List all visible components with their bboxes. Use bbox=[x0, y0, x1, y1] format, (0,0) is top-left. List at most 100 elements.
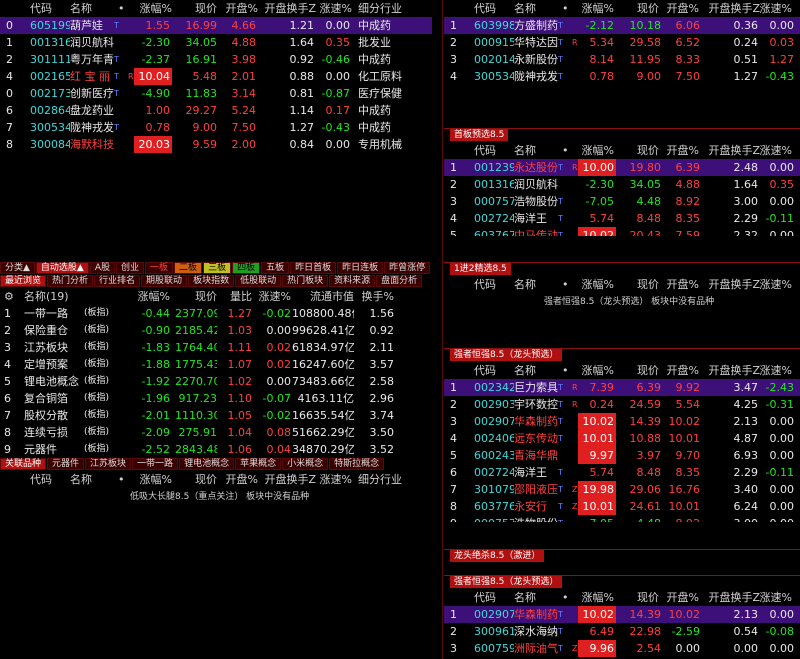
table-row[interactable]: 2 301111 粤万年青 T -2.37 16.91 3.98 0.92 -0.46 中成药 bbox=[0, 51, 432, 68]
table-row[interactable]: 9 元器件 (板指) -2.52 2843.48 1.06 0.04 34870.29亿 3.5… bbox=[0, 441, 432, 456]
col-name[interactable]: 名称 bbox=[514, 276, 559, 293]
table-row[interactable]: 3 000757 浩物股份 T -7.05 4.48 8.92 3.00 0.00 bbox=[444, 193, 800, 210]
col-market-cap[interactable]: 流通市值 bbox=[292, 288, 354, 305]
col-price[interactable]: 现价 bbox=[175, 471, 217, 488]
col-turnover[interactable]: 开盘换手Z bbox=[702, 142, 760, 159]
table-row[interactable]: 0 002173 创新医疗 T -4.90 11.83 3.14 0.81 -0.87 医疗保健 bbox=[0, 85, 432, 102]
col-change[interactable]: 涨幅% bbox=[572, 589, 614, 606]
panel-title-one-to-two[interactable]: 1进2精选8.5 bbox=[450, 263, 511, 275]
panel-title-first-board[interactable]: 首板预选8.5 bbox=[450, 129, 509, 141]
tab-related-6[interactable]: 小米概念 bbox=[282, 458, 329, 470]
table-row[interactable]: 4 002406 远东传动 T 10.01 10.88 10.01 4.87 0.00 bbox=[444, 430, 800, 447]
tab-analysis-8[interactable]: 盘面分析 bbox=[376, 275, 423, 287]
table-row[interactable]: 1 002342 巨力索具 T R 7.39 6.39 9.92 3.47 -2.43 bbox=[444, 379, 800, 396]
col-code[interactable]: 代码 bbox=[30, 0, 70, 17]
col-turnover[interactable]: 开盘换手Z bbox=[702, 362, 760, 379]
col-code[interactable]: 代码 bbox=[30, 471, 70, 488]
col-price[interactable]: 现价 bbox=[617, 589, 659, 606]
col-speed[interactable]: 涨速% bbox=[316, 0, 352, 17]
col-turnover[interactable]: 开盘换手Z bbox=[702, 589, 760, 606]
col-name[interactable]: 名称(19) bbox=[24, 288, 94, 305]
tab-category-0[interactable]: 分类▲ bbox=[0, 262, 35, 274]
col-price[interactable]: 现价 bbox=[617, 276, 659, 293]
table-row[interactable]: 4 300534 陇神戎发 T 0.78 9.00 7.50 1.27 -0.43 bbox=[444, 68, 800, 85]
table-row[interactable]: 6 002864 盘龙药业 1.00 29.27 5.24 1.14 0.17 中成药 bbox=[0, 102, 432, 119]
col-speed[interactable]: 涨速% bbox=[756, 362, 792, 379]
tab-analysis-1[interactable]: 热门分析 bbox=[47, 275, 94, 287]
tab-analysis-6[interactable]: 热门板块 bbox=[282, 275, 329, 287]
tab-related-2[interactable]: 江苏板块 bbox=[85, 458, 132, 470]
table-row[interactable]: 8 603776 永安行 T Z 10.01 24.61 10.01 6.24 0.00 bbox=[444, 498, 800, 515]
table-row[interactable]: 3 600759 洲际油气 T Z 9.96 2.54 0.00 0.00 0.00 bbox=[444, 640, 800, 657]
table-row[interactable]: 2 000915 华特达因 T R 5.34 29.58 6.52 0.24 0.03 bbox=[444, 34, 800, 51]
table-row[interactable]: 9 000757浩物股份T -7.05 4.488.923.000.00 bbox=[444, 515, 800, 522]
col-speed[interactable]: 涨速% bbox=[255, 288, 291, 305]
col-change[interactable]: 涨幅% bbox=[572, 276, 614, 293]
col-speed[interactable]: 涨速% bbox=[756, 0, 792, 17]
tab-analysis-5[interactable]: 低股联动 bbox=[235, 275, 282, 287]
tab-category-3[interactable]: 创业 bbox=[116, 262, 145, 274]
tab-analysis-7[interactable]: 资料来源 bbox=[329, 275, 376, 287]
col-volume-ratio[interactable]: 量比 bbox=[220, 288, 252, 305]
col-code[interactable]: 代码 bbox=[474, 142, 514, 159]
col-price[interactable]: 现价 bbox=[175, 288, 217, 305]
table-row[interactable]: 7 股权分散 (板指) -2.01 1110.30 1.05 -0.02 16635.54亿 3… bbox=[0, 407, 432, 424]
col-price[interactable]: 现价 bbox=[617, 0, 659, 17]
col-turnover[interactable]: 换手% bbox=[360, 288, 394, 305]
panel-title-strong-2[interactable]: 强者恒强8.5（龙头预选） bbox=[450, 576, 563, 588]
tab-related-0[interactable]: 关联品种 bbox=[0, 458, 47, 470]
table-row[interactable]: 4 定增预案 (板指) -1.88 1775.43 1.07 0.02 16247.60亿 3.… bbox=[0, 356, 432, 373]
col-open[interactable]: 开盘% bbox=[659, 589, 699, 606]
table-row[interactable]: 5 603767 中马传动 T 10.02 20.43 7.59 2.32 0.00 bbox=[444, 227, 800, 236]
table-row[interactable]: 1 603998 方盛制药 T -2.12 10.18 6.06 0.36 0.00 bbox=[444, 17, 800, 34]
table-row[interactable]: 8 连续亏损 (板指) -2.09 275.91 1.04 0.08 51662.29亿 3.5… bbox=[0, 424, 432, 441]
tab-analysis-2[interactable]: 行业排名 bbox=[94, 275, 141, 287]
col-open[interactable]: 开盘% bbox=[659, 362, 699, 379]
col-industry[interactable]: 细分行业 bbox=[358, 471, 418, 488]
col-price[interactable]: 现价 bbox=[617, 142, 659, 159]
table-row[interactable]: 2 001316 润贝航科 -2.30 34.05 4.88 1.64 0.35 bbox=[444, 176, 800, 193]
table-row[interactable]: 1 一带一路 (板指) -0.44 2377.09 1.27 -0.02108800.48亿… bbox=[0, 305, 432, 322]
col-code[interactable]: 代码 bbox=[474, 0, 514, 17]
table-row[interactable]: 8 300084 海默科技 20.03 9.59 2.00 0.84 0.00 专用机械 bbox=[0, 136, 432, 153]
tab-related-1[interactable]: 元器件 bbox=[47, 458, 85, 470]
col-open[interactable]: 开盘% bbox=[220, 0, 258, 17]
panel-title-dragon[interactable]: 龙头绝杀8.5（激进） bbox=[450, 550, 545, 562]
table-row[interactable]: 3 002014 永新股份 T 8.14 11.95 8.33 0.51 1.27 bbox=[444, 51, 800, 68]
col-speed[interactable]: 涨速% bbox=[756, 589, 792, 606]
col-open[interactable]: 开盘% bbox=[220, 471, 258, 488]
table-row[interactable]: 6 002724 海洋王 T 5.74 8.48 8.35 2.29 -0.11 bbox=[444, 464, 800, 481]
table-row[interactable]: 2 300961 深水海纳 T 6.49 22.98 -2.59 0.54 -0.08 bbox=[444, 623, 800, 640]
table-row[interactable]: 0 605199 葫芦娃 T 1.55 16.99 4.66 1.21 0.00 中成药 bbox=[0, 17, 432, 34]
table-row[interactable]: 1 001316 润贝航科 -2.30 34.05 4.88 1.64 0.35 批发业 bbox=[0, 34, 432, 51]
col-name[interactable]: 名称 bbox=[514, 142, 559, 159]
table-row[interactable]: 1 002907 华森制药 T 10.02 14.39 10.02 2.13 0.00 bbox=[444, 606, 800, 623]
column-divider[interactable] bbox=[442, 0, 443, 659]
col-change[interactable]: 涨幅% bbox=[128, 471, 172, 488]
table-row[interactable]: 6 复合铜箔 (板指) -1.96 917.23 1.10 -0.07 4163.11亿 2.9… bbox=[0, 390, 432, 407]
col-change[interactable]: 涨幅% bbox=[128, 0, 172, 17]
col-speed[interactable]: 涨速% bbox=[316, 471, 352, 488]
table-row[interactable]: 2 保险重仓 (板指) -0.90 2185.42 1.03 0.00 99628.41亿 0.… bbox=[0, 322, 432, 339]
col-open[interactable]: 开盘% bbox=[659, 276, 699, 293]
tab-category-7[interactable]: 四板 bbox=[232, 262, 261, 274]
table-row[interactable]: 1 001239 永达股份 T R 10.00 19.80 6.39 2.48 0.00 bbox=[444, 159, 800, 176]
panel-title-strong[interactable]: 强者恒强8.5（龙头预选） bbox=[450, 349, 563, 361]
col-turnover[interactable]: 开盘换手Z bbox=[258, 0, 316, 17]
table-row[interactable]: 3 002907 华森制药 T 10.02 14.39 10.02 2.13 0.00 bbox=[444, 413, 800, 430]
tab-category-2[interactable]: A股 bbox=[89, 262, 116, 274]
tab-analysis-0[interactable]: 最近浏览 bbox=[0, 275, 47, 287]
tab-category-8[interactable]: 五板 bbox=[261, 262, 290, 274]
tab-category-6[interactable]: 三板 bbox=[203, 262, 232, 274]
table-row[interactable]: 5 锂电池概念 (板指) -1.92 2270.70 1.02 0.00 73483.66亿 2… bbox=[0, 373, 432, 390]
table-row[interactable]: 4 002165 红 宝 丽 T R 10.04 5.48 2.01 0.88 0.00 化工原料 bbox=[0, 68, 432, 85]
tab-related-4[interactable]: 锂电池概念 bbox=[179, 458, 235, 470]
col-name[interactable]: 名称 bbox=[70, 471, 115, 488]
tab-category-4[interactable]: 一板 bbox=[145, 262, 174, 274]
col-turnover[interactable]: 开盘换手Z bbox=[258, 471, 316, 488]
col-name[interactable]: 名称 bbox=[514, 589, 559, 606]
col-price[interactable]: 现价 bbox=[617, 362, 659, 379]
tab-analysis-3[interactable]: 期股联动 bbox=[141, 275, 188, 287]
col-name[interactable]: 名称 bbox=[70, 0, 115, 17]
col-code[interactable]: 代码 bbox=[474, 362, 514, 379]
